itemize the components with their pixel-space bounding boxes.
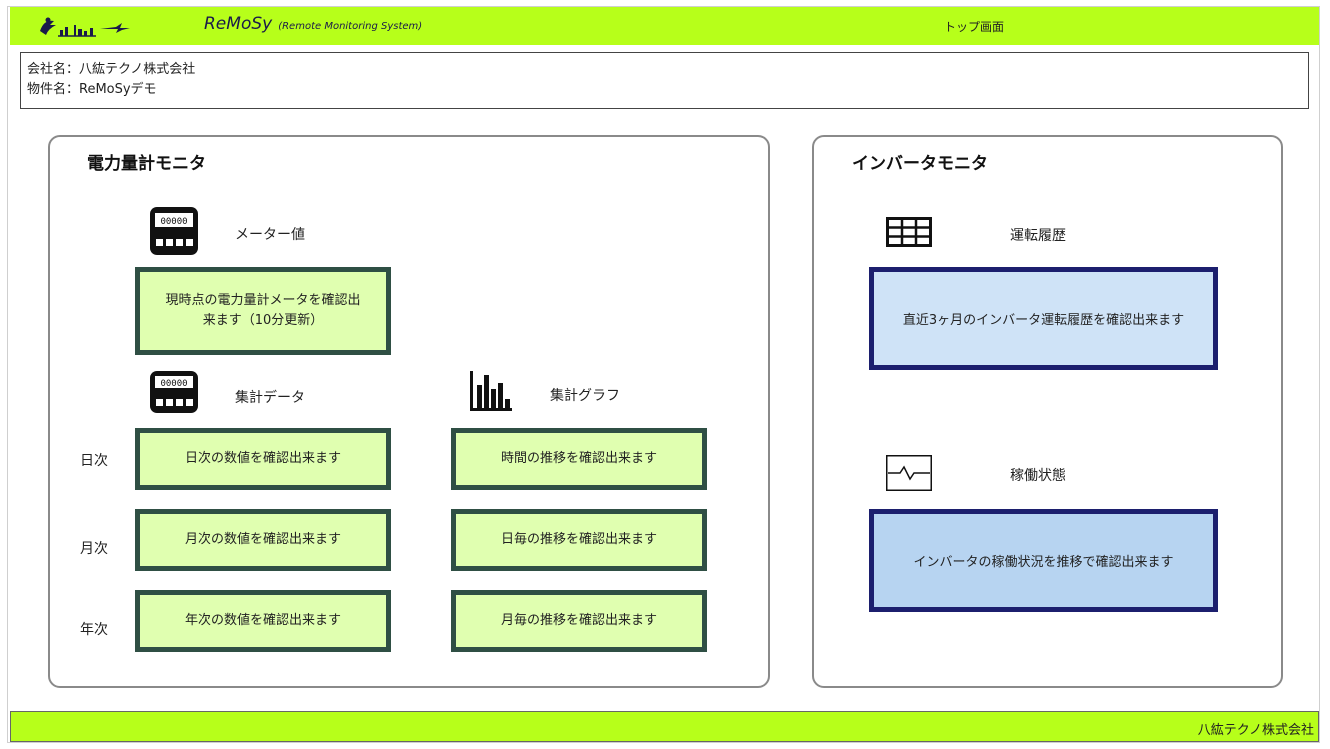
daily-graph-button-text: 時間の推移を確認出来ます: [500, 451, 657, 466]
status-button-text: インバータの稼働状況を推移で確認出来ます: [913, 555, 1174, 570]
app-name: ReMoSy (Remote Monitoring System): [204, 14, 422, 34]
history-button[interactable]: 直近3ヶ月のインバータ運転履歴を確認出来ます: [869, 267, 1218, 370]
header-bar: ReMoSy (Remote Monitoring System) トップ画面: [10, 7, 1319, 45]
page-title: トップ画面: [944, 20, 1005, 34]
meter-value-button-text: 現時点の電力量計メータを確認出来ます（10分更新）: [165, 293, 361, 328]
daily-data-button[interactable]: 日次の数値を確認出来ます: [135, 428, 391, 490]
svg-text:00000: 00000: [160, 217, 187, 227]
row-label-yearly: 年次: [80, 622, 108, 638]
bar-chart-icon: [470, 371, 512, 411]
aggregate-graph-label: 集計グラフ: [550, 388, 620, 404]
row-label-monthly: 月次: [80, 541, 108, 557]
meter-icon: 00000: [150, 207, 198, 255]
monthly-graph-button-text: 日毎の推移を確認出来ます: [500, 532, 657, 547]
daily-data-button-text: 日次の数値を確認出来ます: [184, 451, 341, 466]
status-button[interactable]: インバータの稼働状況を推移で確認出来ます: [869, 509, 1218, 612]
svg-text:00000: 00000: [160, 379, 187, 389]
meter-icon: 00000: [150, 371, 198, 413]
status-label: 稼働状態: [1010, 468, 1066, 484]
meter-value-button[interactable]: 現時点の電力量計メータを確認出来ます（10分更新）: [135, 267, 391, 355]
inverter-monitor-title: インバータモニタ: [852, 154, 988, 174]
yearly-data-button[interactable]: 年次の数値を確認出来ます: [135, 590, 391, 652]
row-label-daily: 日次: [80, 453, 108, 469]
power-monitor-panel: 電力量計モニタ 00000 メーター値 現時点の電力量計メータを確認出来ます（1…: [48, 135, 770, 688]
pulse-line-icon: [886, 455, 932, 491]
company-info-box: 会社名：八紘テクノ株式会社 物件名：ReMoSyデモ: [20, 52, 1309, 109]
monthly-data-button[interactable]: 月次の数値を確認出来ます: [135, 509, 391, 571]
app-name-text: ReMoSy: [204, 14, 273, 34]
footer-bar: 八紘テクノ株式会社: [10, 711, 1319, 742]
app-subtitle: (Remote Monitoring System): [278, 21, 423, 32]
monthly-data-button-text: 月次の数値を確認出来ます: [184, 532, 341, 547]
inverter-monitor-panel: インバータモニタ 運転履歴 直近3ヶ月のインバータ運転履歴を確認出来ます 稼働状…: [812, 135, 1283, 688]
power-monitor-title: 電力量計モニタ: [87, 154, 206, 174]
footer-company: 八紘テクノ株式会社: [1197, 723, 1314, 738]
aggregate-data-label: 集計データ: [235, 390, 305, 406]
yearly-graph-button-text: 月毎の推移を確認出来ます: [500, 613, 657, 628]
yearly-graph-button[interactable]: 月毎の推移を確認出来ます: [451, 590, 707, 652]
history-label: 運転履歴: [1010, 228, 1066, 244]
history-button-text: 直近3ヶ月のインバータ運転履歴を確認出来ます: [902, 313, 1185, 328]
company-name: 会社名：八紘テクノ株式会社: [27, 62, 196, 77]
table-grid-icon: [886, 217, 932, 247]
daily-graph-button[interactable]: 時間の推移を確認出来ます: [451, 428, 707, 490]
meter-value-label: メーター値: [235, 227, 305, 243]
monthly-graph-button[interactable]: 日毎の推移を確認出来ます: [451, 509, 707, 571]
property-name: 物件名：ReMoSyデモ: [27, 82, 157, 97]
yearly-data-button-text: 年次の数値を確認出来ます: [184, 613, 341, 628]
remosy-logo-icon: [40, 17, 130, 37]
